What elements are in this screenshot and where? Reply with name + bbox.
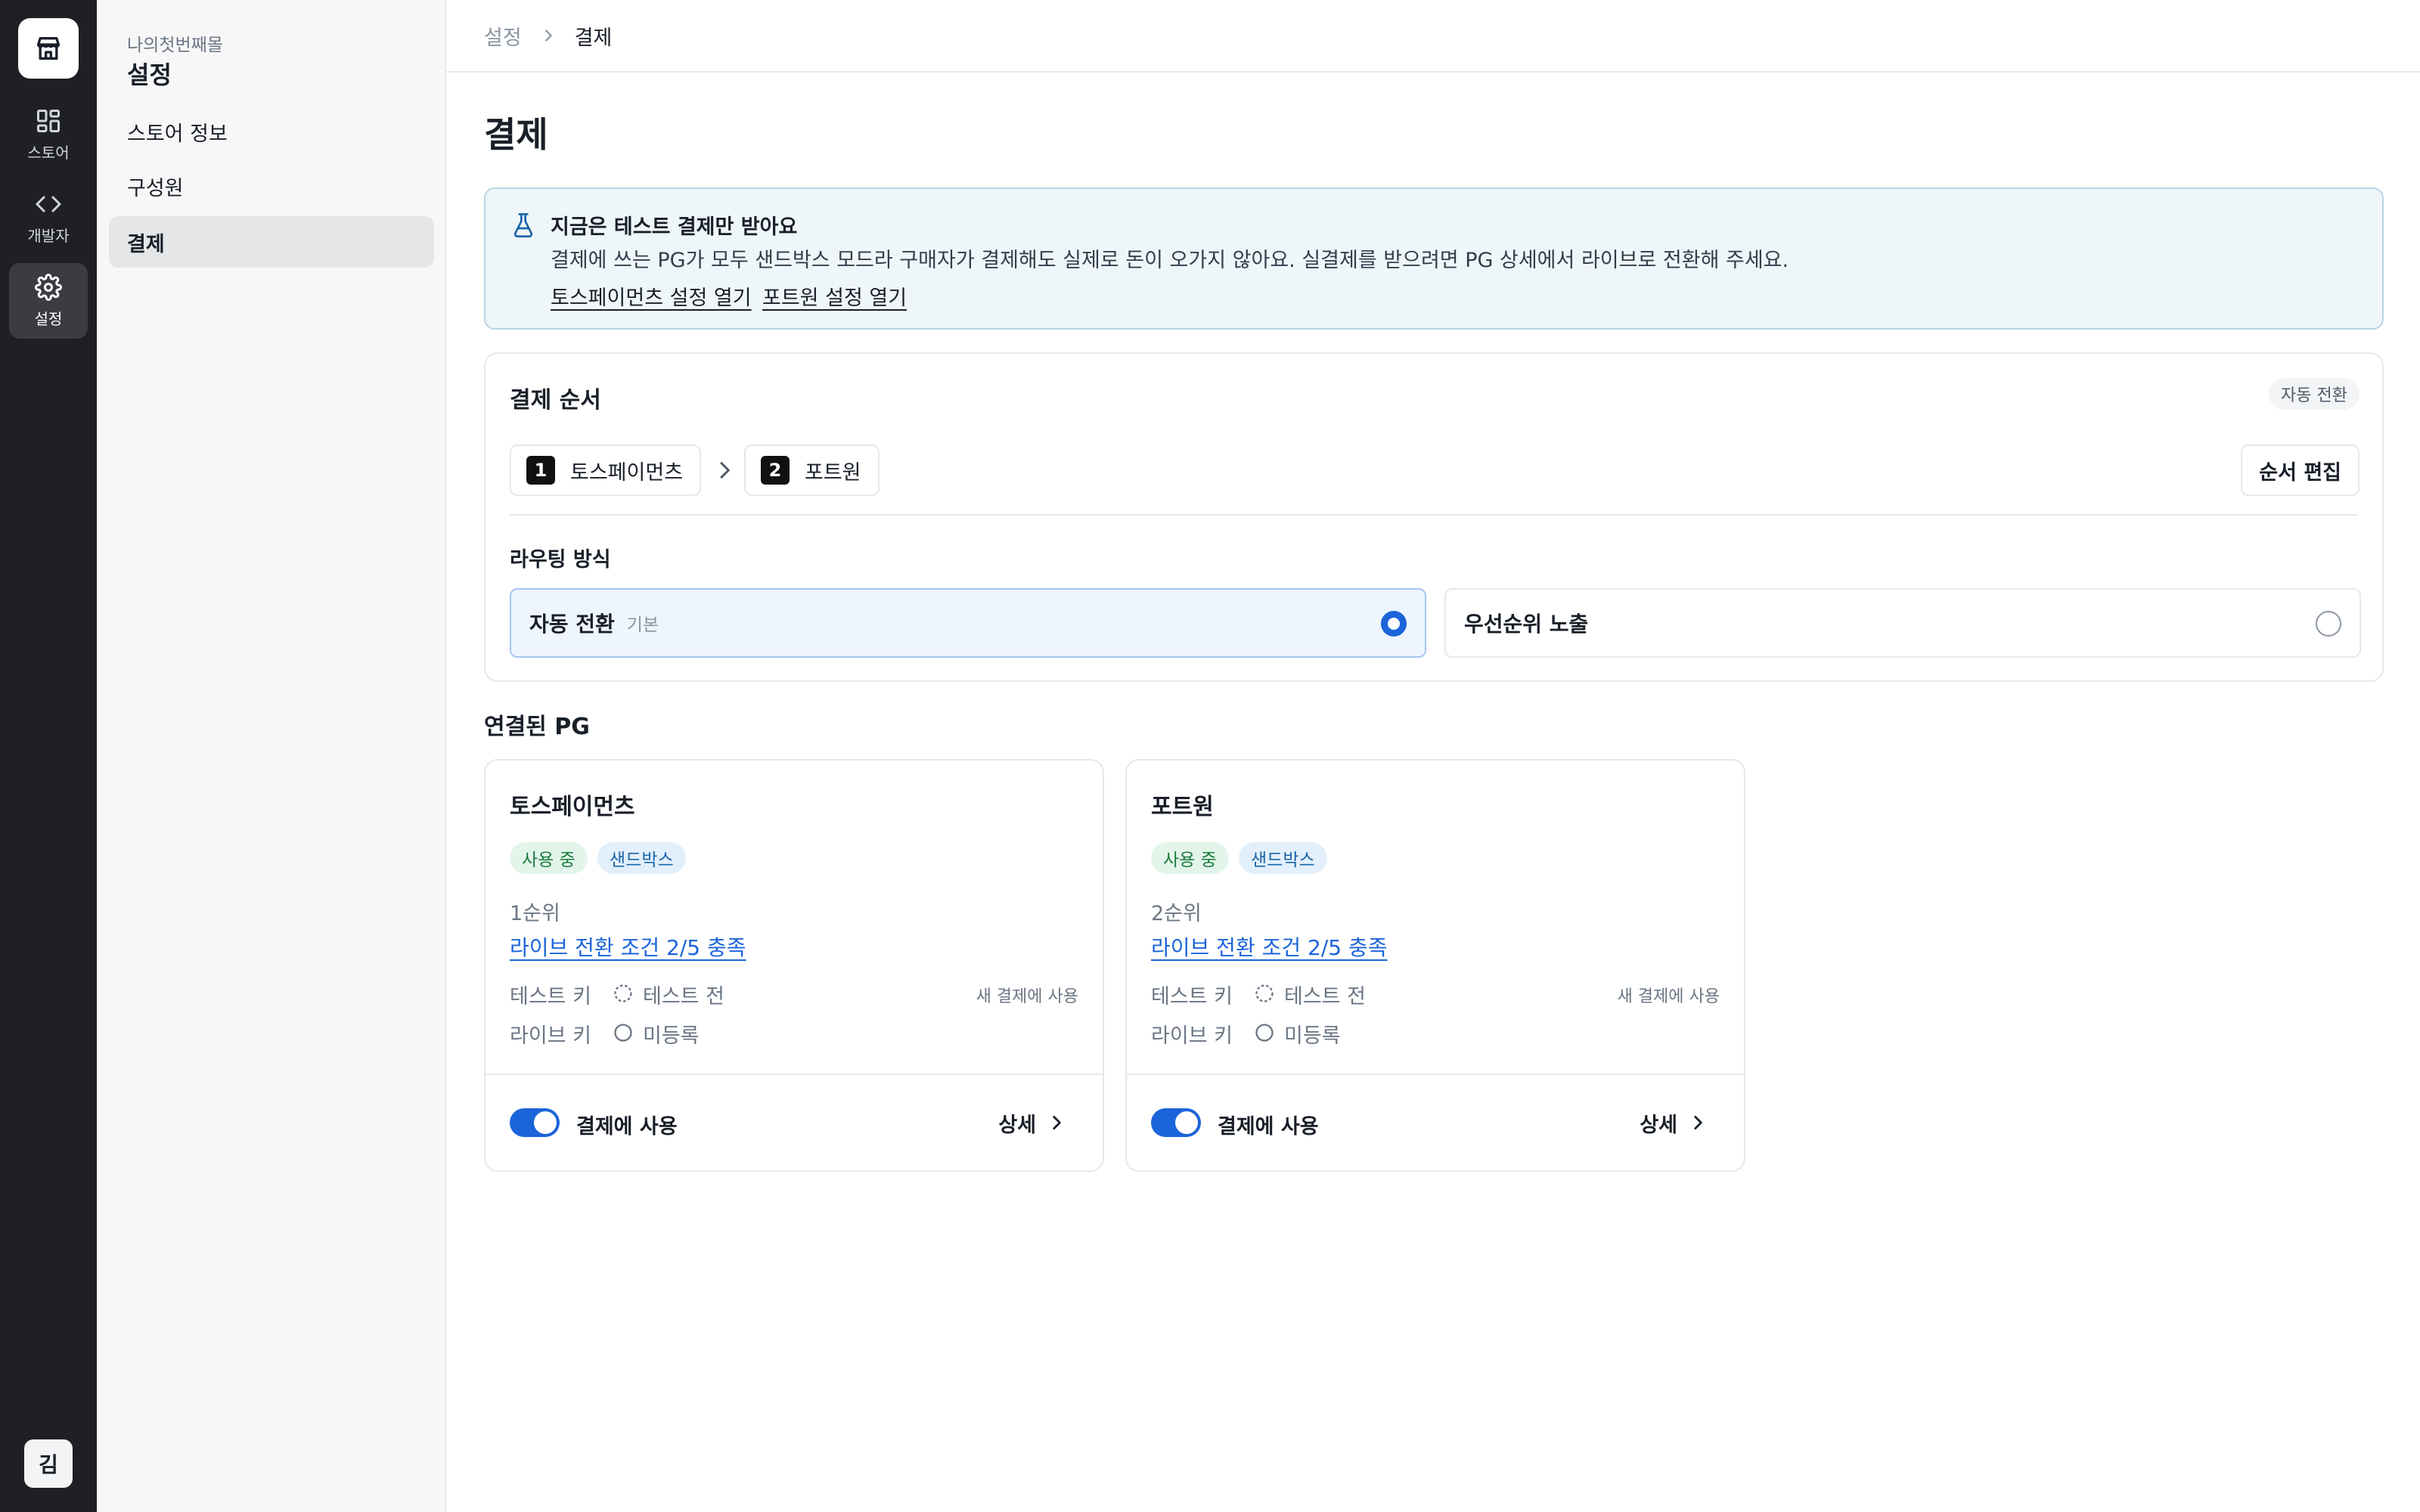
live-key-label: 라이브 키 [510,1024,591,1048]
pg-name: 토스페이먼츠 [510,794,635,820]
sidebar-title: 설정 [127,60,172,89]
store-logo[interactable] [18,18,79,79]
toss-settings-link[interactable]: 토스페이먼츠 설정 열기 [551,281,752,311]
mode-badge: 샌드박스 [597,842,686,874]
routing-badge: 자동 전환 [2269,378,2360,410]
flask-icon [511,212,535,242]
option-label: 우선순위 노출 [1464,612,1589,637]
routing-option-auto[interactable]: 자동 전환 기본 [510,588,1426,658]
sandbox-notice: 지금은 테스트 결제만 받아요 결제에 쓰는 PG가 모두 샌드박스 모드라 구… [484,187,2384,330]
live-conditions-link[interactable]: 라이브 전환 조건 2/5 충족 [510,931,746,962]
breadcrumb-parent[interactable]: 설정 [484,21,522,51]
pg-card-toss: 토스페이먼츠 사용 중 샌드박스 1순위 라이브 전환 조건 2/5 충족 테스… [484,759,1104,1172]
order-step-toss: 1 토스페이먼츠 [510,445,702,496]
rail-item-developer[interactable]: 개발자 [9,180,88,256]
pg-card-portone: 포트원 사용 중 샌드박스 2순위 라이브 전환 조건 2/5 충족 테스트 키… [1125,759,1745,1172]
rail-item-label: 개발자 [27,226,70,245]
chevron-right-icon [1694,1116,1702,1129]
live-key-label: 라이브 키 [1151,1024,1233,1048]
rail-item-store[interactable]: 스토어 [9,97,88,172]
routing-label: 라우팅 방식 [510,548,611,572]
routing-option-priority[interactable]: 우선순위 노출 [1444,588,2361,658]
sidebar-item-store-info[interactable]: 스토어 정보 [109,106,434,157]
edit-order-button[interactable]: 순서 편집 [2241,445,2360,496]
step-number: 1 [526,456,555,485]
test-key-value: 테스트 전 [1284,985,1366,1009]
divider [486,1074,1103,1075]
step-label: 포트원 [805,460,861,485]
divider [1127,1074,1744,1075]
option-sub-label: 기본 [626,615,659,635]
rail-item-label: 설정 [34,309,63,328]
live-key-value: 미등록 [1284,1024,1341,1048]
dashed-circle-icon [613,983,634,1007]
dashed-circle-icon [1254,983,1275,1007]
code-icon [36,196,61,212]
step-number: 2 [761,456,790,485]
chevron-right-icon [712,458,737,485]
avatar[interactable]: 김 [24,1439,73,1488]
chevron-right-icon [1053,1116,1061,1129]
payment-order-card: 결제 순서 자동 전환 1 토스페이먼츠 2 포트원 순서 편집 라우팅 방식 … [484,352,2384,682]
test-key-label: 테스트 키 [510,985,591,1009]
toggle-label: 결제에 사용 [1218,1115,1319,1139]
app-rail: 스토어 개발자 설정 김 [0,0,97,1512]
use-for-payment-toggle[interactable] [1151,1108,1201,1137]
test-key-note: 새 결제에 사용 [976,987,1078,1006]
detail-label: 상세 [998,1113,1036,1137]
live-key-value: 미등록 [643,1024,700,1048]
order-step-portone: 2 포트원 [744,445,880,496]
page-title: 결제 [484,114,548,155]
notice-body: 결제에 쓰는 PG가 모두 샌드박스 모드라 구매자가 결제해도 실제로 돈이 … [551,249,1789,272]
radio-selected[interactable] [1381,611,1407,637]
step-label: 토스페이먼츠 [570,460,684,485]
rail-item-settings[interactable]: 설정 [9,263,88,339]
test-key-label: 테스트 키 [1151,985,1233,1009]
use-for-payment-toggle[interactable] [510,1108,560,1137]
order-title: 결제 순서 [510,387,601,414]
empty-circle-icon [1254,1022,1275,1046]
chevron-right-icon [540,27,557,44]
radio-unselected[interactable] [2316,611,2341,637]
test-key-note: 새 결제에 사용 [1617,987,1720,1006]
breadcrumb-current: 결제 [574,26,613,50]
pg-rank: 1순위 [510,902,560,925]
mode-badge: 샌드박스 [1239,842,1327,874]
pg-rank: 2순위 [1151,902,1202,925]
pg-name: 포트원 [1151,794,1214,820]
toggle-label: 결제에 사용 [576,1115,678,1139]
status-badge: 사용 중 [510,842,588,874]
live-conditions-link[interactable]: 라이브 전환 조건 2/5 충족 [1151,931,1388,962]
sidebar-item-members[interactable]: 구성원 [109,160,434,212]
detail-button[interactable]: 상세 [1640,1107,1708,1139]
store-name: 나의첫번째몰 [127,36,223,55]
notice-title: 지금은 테스트 결제만 받아요 [551,215,798,239]
detail-button[interactable]: 상세 [998,1107,1066,1139]
sidebar-item-payment[interactable]: 결제 [109,216,434,268]
empty-circle-icon [613,1022,634,1046]
option-label: 자동 전환 [529,612,615,637]
connected-pg-title: 연결된 PG [484,714,590,740]
settings-sidebar: 나의첫번째몰 설정 스토어 정보 구성원 결제 [97,0,446,1512]
portone-settings-link[interactable]: 포트원 설정 열기 [762,281,907,311]
divider [510,514,2358,516]
test-key-value: 테스트 전 [643,985,724,1009]
status-badge: 사용 중 [1151,842,1229,874]
storefront-icon [37,37,60,60]
breadcrumb: 설정 결제 [446,0,2420,73]
grid-icon [37,109,60,132]
gear-icon [35,273,62,301]
rail-item-label: 스토어 [27,143,70,162]
detail-label: 상세 [1640,1113,1677,1137]
